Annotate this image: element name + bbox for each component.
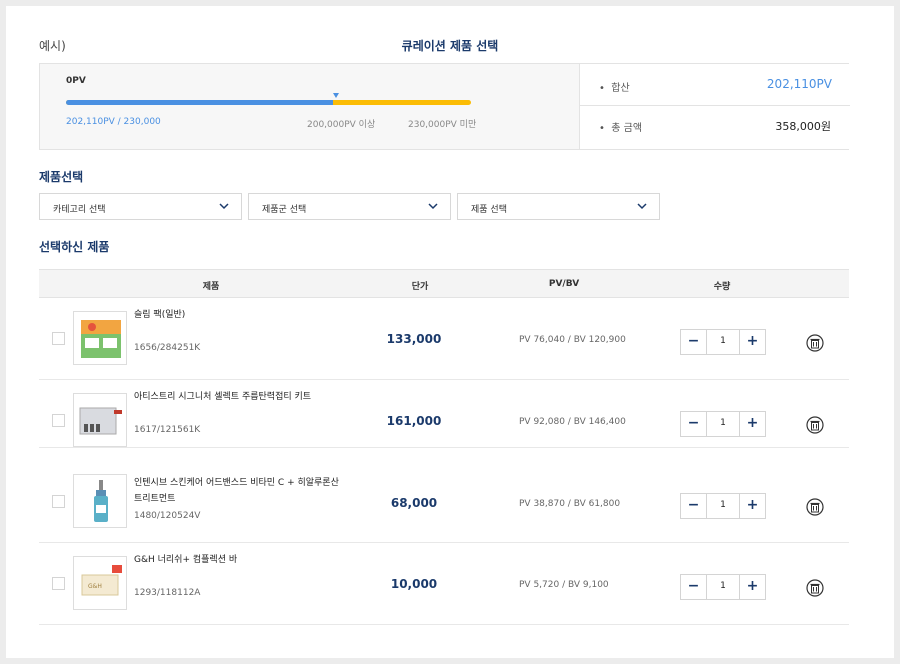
trash-icon[interactable] [806, 579, 824, 597]
svg-text:G&H: G&H [88, 583, 102, 590]
decrease-button[interactable]: − [681, 412, 707, 436]
product-pvbv: PV 92,080 / BV 146,400 [519, 417, 626, 427]
pv-summary-box: 0PV 202,110PV / 230,000 200,000PV 이상 230… [39, 63, 850, 150]
product-name: 슬림 팩(일반) [134, 310, 186, 320]
product-image [73, 393, 127, 447]
product-price: 133,000 [386, 332, 442, 346]
product-image: G&H [73, 556, 127, 610]
category-select-value: 카테고리 선택 [53, 205, 106, 215]
product-price: 68,000 [390, 496, 438, 510]
row-checkbox[interactable] [52, 495, 65, 508]
table-row: G&H G&H 너리쉬+ 컴플렉션 바 1293/118112A 10,000 … [39, 543, 849, 625]
chevron-down-icon [637, 203, 647, 210]
header-pvbv: PV/BV [548, 279, 580, 289]
total-amount-value: 358,000원 [775, 120, 831, 133]
decrease-button[interactable]: − [681, 330, 707, 354]
product-image [73, 311, 127, 365]
chevron-down-icon [428, 203, 438, 210]
header-product: 제품 [202, 282, 220, 292]
product-pvbv: PV 5,720 / BV 9,100 [519, 580, 609, 590]
increase-button[interactable]: + [739, 412, 765, 436]
quantity-stepper: − 1 + [680, 493, 766, 519]
product-group-select[interactable]: 제품군 선택 [248, 193, 451, 220]
product-code: 1293/118112A [134, 588, 201, 598]
pv-threshold-low: 200,000PV 이상 [307, 120, 376, 130]
category-select[interactable]: 카테고리 선택 [39, 193, 242, 220]
product-select-title: 제품선택 [39, 170, 84, 184]
product-pvbv: PV 38,870 / BV 61,800 [519, 499, 621, 509]
product-image [73, 474, 127, 528]
quantity-value[interactable]: 1 [707, 336, 739, 346]
table-row: 인텐시브 스킨케어 어드밴스드 비타민 C + 히알루론산 트리트먼트 1480… [39, 448, 849, 543]
product-name: 인텐시브 스킨케어 어드밴스드 비타민 C + 히알루론산 트리트먼트 [134, 478, 339, 504]
quantity-value[interactable]: 1 [707, 418, 739, 428]
pv-current: 202,110PV / 230,000 [66, 117, 161, 127]
product-price: 161,000 [386, 414, 442, 428]
pv-threshold-high: 230,000PV 미만 [408, 120, 477, 130]
table-header: 제품 단가 PV/BV 수량 [39, 269, 849, 298]
chevron-down-icon [219, 203, 229, 210]
product-name: 아티스트리 시그니처 셀렉트 주름탄력접티 키트 [134, 392, 312, 402]
total-pv-row: • 합산 202,110PV [580, 64, 850, 106]
progress-marker-icon [333, 93, 339, 98]
header-qty: 수량 [713, 282, 731, 292]
quantity-stepper: − 1 + [680, 574, 766, 600]
product-code: 1480/120524V [134, 511, 201, 521]
quantity-value[interactable]: 1 [707, 500, 739, 510]
total-pv-value: 202,110PV [766, 77, 832, 91]
product-select[interactable]: 제품 선택 [457, 193, 660, 220]
pv-start-label: 0PV [66, 76, 86, 86]
pv-progress-fill [66, 100, 334, 105]
table-row: 슬림 팩(일반) 1656/284251K 133,000 PV 76,040 … [39, 298, 849, 380]
total-amount-label: • 총 금액 [599, 123, 643, 134]
row-checkbox[interactable] [52, 332, 65, 345]
product-group-select-value: 제품군 선택 [262, 205, 307, 215]
quantity-stepper: − 1 + [680, 411, 766, 437]
decrease-button[interactable]: − [681, 494, 707, 518]
pv-totals: • 합산 202,110PV • 총 금액 358,000원 [579, 64, 850, 149]
page-title: 큐레이션 제품 선택 [401, 39, 499, 53]
product-price: 10,000 [390, 577, 438, 591]
increase-button[interactable]: + [739, 330, 765, 354]
product-code: 1617/121561K [134, 425, 201, 435]
row-checkbox[interactable] [52, 577, 65, 590]
product-pvbv: PV 76,040 / BV 120,900 [519, 335, 626, 345]
page-frame: 예시) 큐레이션 제품 선택 0PV 202,110PV / 230,000 2… [6, 6, 894, 658]
increase-button[interactable]: + [739, 494, 765, 518]
product-code: 1656/284251K [134, 343, 201, 353]
pv-progress-bar [66, 100, 471, 105]
selected-products-title: 선택하신 제품 [39, 240, 110, 254]
trash-icon[interactable] [806, 416, 824, 434]
decrease-button[interactable]: − [681, 575, 707, 599]
product-name: G&H 너리쉬+ 컴플렉션 바 [134, 555, 238, 565]
row-checkbox[interactable] [52, 414, 65, 427]
increase-button[interactable]: + [739, 575, 765, 599]
trash-icon[interactable] [806, 498, 824, 516]
quantity-stepper: − 1 + [680, 329, 766, 355]
product-select-value: 제품 선택 [471, 205, 507, 215]
trash-icon[interactable] [806, 334, 824, 352]
header-price: 단가 [411, 282, 429, 292]
table-row: 아티스트리 시그니처 셀렉트 주름탄력접티 키트 1617/121561K 16… [39, 380, 849, 448]
quantity-value[interactable]: 1 [707, 581, 739, 591]
total-pv-label: • 합산 [599, 83, 630, 94]
